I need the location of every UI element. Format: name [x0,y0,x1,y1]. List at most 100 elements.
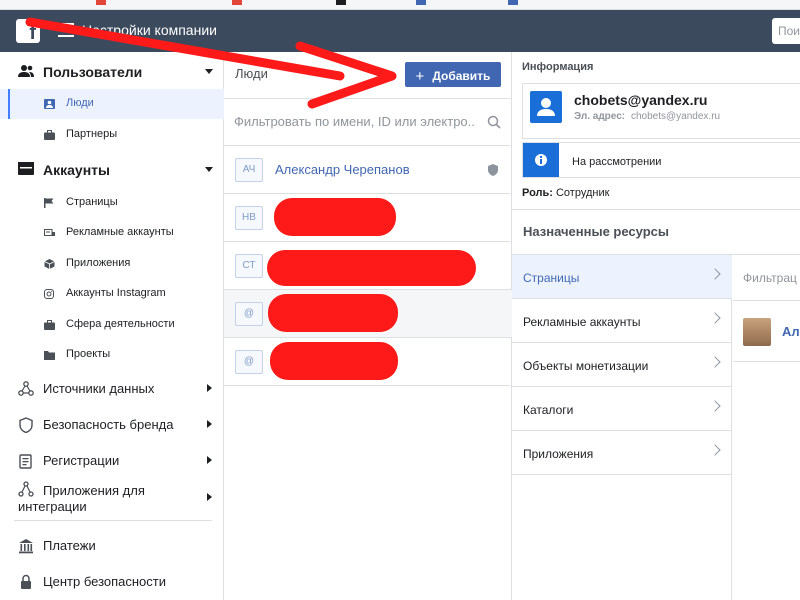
sidebar-item-label: Рекламные аккаунты [66,226,174,238]
facebook-logo-icon[interactable]: f [16,19,40,43]
initials-avatar: НВ [235,206,263,230]
chevron-down-icon [205,167,213,172]
avatar [743,318,771,346]
sidebar-item-projects[interactable]: Проекты [0,340,224,370]
accounts-icon [18,162,34,175]
sidebar-item-instagram[interactable]: Аккаунты Instagram [0,279,224,309]
initials-avatar: СТ [235,254,263,278]
chevron-right-icon [709,268,721,280]
person-icon [44,99,55,109]
tab-indicator [508,0,518,5]
people-list-item[interactable]: СТ [224,242,512,290]
user-avatar [530,91,562,123]
info-icon [535,154,547,166]
registration-icon [19,454,32,469]
redaction-mark [274,198,396,236]
sidebar-item-label: Приложения для интеграции [18,483,145,514]
chevron-right-icon [207,384,212,392]
person-name[interactable]: Александр Черепанов [275,162,410,177]
sidebar-item-registrations[interactable]: Регистрации [0,443,224,477]
data-sources-icon [18,381,34,396]
sidebar-item-integration-apps[interactable]: Приложения для интеграции [0,479,224,519]
sidebar-item-security-center[interactable]: Центр безопасности [0,564,224,598]
sidebar-item-label: Приложения [66,257,131,269]
resource-label: Каталоги [523,403,574,417]
role-label: Роль: [522,187,553,199]
role-value: Сотрудник [555,187,610,199]
briefcase-icon [44,130,55,140]
people-list-item[interactable]: НВ [224,194,512,242]
sidebar-item-partners[interactable]: Партнеры [0,120,224,150]
resource-item-ad-accounts[interactable]: Рекламные аккаунты [512,299,732,343]
email-label: Эл. адрес: [574,111,626,122]
add-button-label: Добавить [432,69,491,83]
browser-tab-strip [0,0,800,10]
lock-icon [21,574,31,589]
resource-item-monetization[interactable]: Объекты монетизации [512,343,732,387]
flag-icon [44,198,54,208]
user-card: chobets@yandex.ru Эл. адрес: chobets@yan… [522,83,800,139]
search-input[interactable]: Поиск [772,18,800,44]
sidebar-item-label: Проекты [66,348,111,360]
divider [512,209,800,210]
tab-indicator [336,0,346,5]
instagram-icon [44,289,54,299]
people-panel: Люди + Добавить АЧ Александр Черепанов НВ… [224,52,512,600]
sidebar-item-label: Источники данных [43,381,155,396]
sidebar-item-ad-accounts[interactable]: Рекламные аккаунты [0,218,224,248]
person-name[interactable]: Ал [782,324,800,339]
chevron-down-icon [205,69,213,74]
resource-item-pages[interactable]: Страницы [512,255,732,299]
filter-row [224,98,512,146]
redaction-mark [267,250,476,286]
initials-avatar: АЧ [235,158,263,182]
sidebar-section-accounts[interactable]: Аккаунты [0,152,224,186]
resource-item-apps[interactable]: Приложения [512,431,732,475]
plus-icon: + [415,68,425,85]
email-value: chobets@yandex.ru [631,111,721,122]
sidebar-divider [14,520,212,521]
sidebar-item-apps[interactable]: Приложения [0,249,224,279]
resource-label: Объекты монетизации [523,359,649,373]
chevron-right-icon [207,420,212,428]
sidebar-section-label: Пользователи [43,64,143,80]
folder-icon [44,351,55,360]
page-title: Настройки компании [82,22,217,38]
people-list-item[interactable]: @ [224,338,512,386]
sidebar-item-pages[interactable]: Страницы [0,188,224,218]
users-icon [18,65,34,77]
sidebar-item-people[interactable]: Люди [0,89,224,119]
assigned-resources-title: Назначенные ресурсы [523,224,669,239]
hamburger-menu-icon[interactable] [58,23,74,37]
sidebar-item-data-sources[interactable]: Источники данных [0,371,224,405]
shield-icon [19,417,33,433]
resource-label: Приложения [523,447,594,461]
shield-icon [488,164,498,176]
search-icon[interactable] [487,115,501,129]
add-user-button[interactable]: + Добавить [405,62,501,87]
redaction-mark [270,342,398,380]
resource-label: Страницы [523,271,580,285]
resource-person-row[interactable]: Ал [733,302,800,362]
people-list-item[interactable]: АЧ Александр Черепанов [224,146,512,194]
chevron-right-icon [709,356,721,368]
cube-icon [44,259,55,269]
sidebar-item-business-scope[interactable]: Сфера деятельности [0,310,224,340]
info-icon-box [523,143,559,177]
resource-item-catalogs[interactable]: Каталоги [512,387,732,431]
sidebar-item-payments[interactable]: Платежи [0,528,224,562]
tab-indicator [96,0,106,5]
panel-title: Люди [235,66,268,81]
initials-avatar: @ [235,302,263,326]
chevron-right-icon [207,493,212,501]
sidebar-section-label: Аккаунты [43,162,110,178]
resource-list: Страницы Рекламные аккаунты Объекты моне… [512,255,732,600]
sidebar-item-brand-safety[interactable]: Безопасность бренда [0,407,224,441]
sidebar-item-label: Центр безопасности [43,574,167,589]
resource-filter-input[interactable]: Фильтрац [733,255,800,301]
role-line: Роль: Сотрудник [522,187,609,199]
bank-icon [19,539,33,554]
sidebar-section-users[interactable]: Пользователи [0,54,224,88]
people-filter-input[interactable] [234,114,474,129]
people-list-item[interactable]: @ [224,290,512,338]
